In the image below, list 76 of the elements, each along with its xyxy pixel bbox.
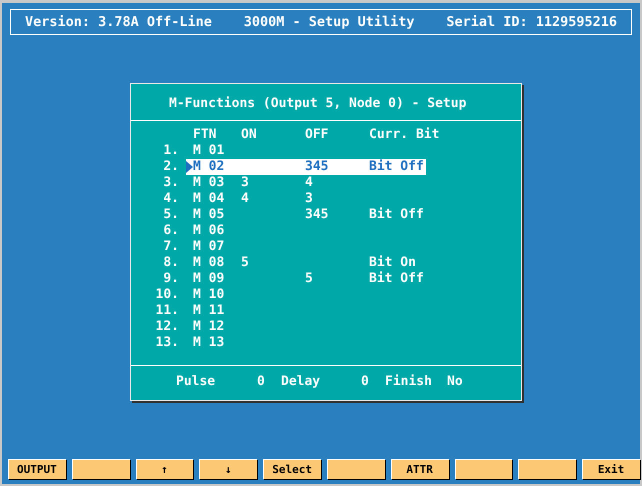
function-key[interactable]: ATTR [390, 459, 449, 479]
table-cell: M 01 [193, 143, 224, 158]
table-row[interactable]: M 08 5 Bit On [186, 255, 426, 271]
table-row[interactable]: M 10 [186, 287, 426, 303]
table-row[interactable]: M 03 3 4 [186, 175, 426, 191]
table-cell: M 04 [193, 191, 224, 206]
table-cell: Bit On [369, 255, 416, 270]
table-cell: 3 [305, 191, 313, 206]
field-value: 0 [361, 374, 370, 389]
table-row[interactable]: M 04 4 3 [186, 191, 426, 207]
table-row[interactable]: M 01 [186, 143, 426, 159]
table-cell: M 03 [193, 175, 224, 190]
table-cell: Bit Off [369, 271, 424, 286]
table-row[interactable]: M 07 [186, 239, 426, 255]
blank-function-key[interactable] [518, 459, 576, 479]
function-key[interactable]: Select [263, 459, 321, 479]
version-text: Version: 3.78A Off-Line [25, 14, 212, 30]
table-cell: M 07 [193, 239, 224, 254]
app-title: 3000M - Setup Utility [244, 14, 414, 30]
row-number: 1. [162, 143, 180, 159]
serial-text: Serial ID: 1129595216 [446, 14, 617, 30]
row-number: 3. [162, 175, 180, 191]
table-row[interactable]: M 06 [186, 223, 426, 239]
function-key[interactable]: Exit [582, 459, 640, 479]
field-label: Finish [385, 374, 433, 389]
table-cell: M 09 [193, 271, 224, 286]
table-cell: 4 [241, 191, 249, 206]
table-cell: M 02 [193, 159, 224, 174]
field-value: No [447, 374, 464, 389]
row-number: 10. [154, 287, 180, 303]
table-cell: M 08 [193, 255, 224, 270]
blank-function-key[interactable] [454, 459, 512, 479]
row-number: 6. [162, 223, 180, 239]
table-row[interactable]: M 12 [186, 319, 426, 335]
table-cell: 3 [241, 175, 249, 190]
table-cell: 5 [305, 271, 313, 286]
table-cell: M 05 [193, 207, 224, 222]
table-row[interactable]: M 09 5 Bit Off [186, 271, 426, 287]
table-row[interactable]: M 05 345 Bit Off [186, 207, 426, 223]
table-row[interactable]: M 11 [186, 303, 426, 319]
blank-function-key[interactable] [326, 459, 385, 479]
table-cell: M 06 [193, 223, 224, 238]
field-label: Pulse [176, 374, 216, 389]
table-cell: Bit Off [369, 207, 424, 222]
dialog-title: M-Functions (Output 5, Node 0) - Setup [168, 95, 468, 113]
table-row[interactable]: M 13 [186, 335, 426, 351]
table-cell: M 11 [193, 303, 224, 318]
table-row[interactable]: M 02 345 Bit Off [186, 159, 426, 175]
row-number: 7. [162, 239, 180, 255]
function-key[interactable]: ↓ [199, 459, 258, 479]
field-value: 0 [257, 374, 266, 389]
table-cell: M 10 [193, 287, 224, 302]
column-header: ON [241, 127, 258, 143]
column-header: FTN [193, 127, 218, 143]
row-number: 9. [162, 271, 180, 287]
pointer-icon [186, 161, 193, 173]
column-header: OFF [305, 127, 330, 143]
field-label: Delay [281, 374, 322, 389]
blank-function-key[interactable] [72, 459, 130, 479]
function-key[interactable]: ↑ [136, 459, 194, 479]
table-cell: Bit Off [369, 159, 424, 174]
row-number: 4. [162, 191, 180, 207]
table-cell: 345 [305, 159, 328, 174]
column-header: Curr. Bit [369, 127, 440, 143]
row-number: 8. [162, 255, 180, 271]
table-cell: M 12 [193, 319, 224, 334]
table-cell: 5 [241, 255, 249, 270]
row-number: 12. [154, 319, 180, 335]
function-key[interactable]: OUTPUT [8, 459, 66, 479]
table-cell: 345 [305, 207, 328, 222]
table-cell: 4 [305, 175, 313, 190]
row-number: 11. [154, 303, 180, 319]
row-number: 5. [162, 207, 180, 223]
row-number: 2. [162, 159, 180, 175]
row-number: 13. [154, 335, 180, 351]
table-cell: M 13 [193, 335, 224, 350]
